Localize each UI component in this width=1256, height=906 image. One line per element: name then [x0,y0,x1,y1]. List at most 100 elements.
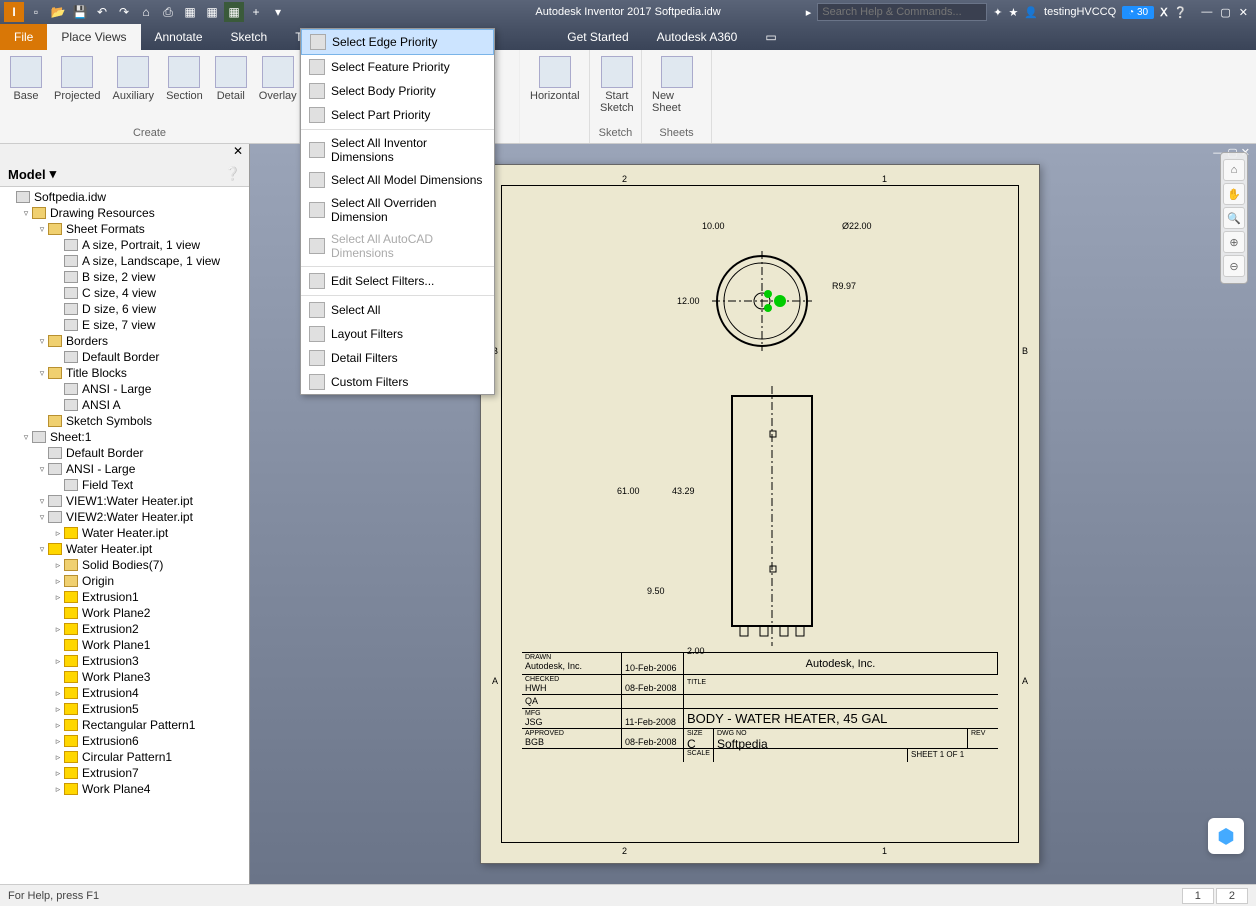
select-dropdown-icon[interactable]: ▦ [224,2,244,22]
nav-home-icon[interactable]: ⌂ [1223,159,1245,181]
search-input[interactable] [817,3,987,21]
tree-item[interactable]: E size, 7 view [0,317,249,333]
minimize-button[interactable]: — [1201,6,1212,19]
tree-item[interactable]: ▹Water Heater.ipt [0,525,249,541]
tree-item[interactable]: ▿Drawing Resources [0,205,249,221]
ribbon-detail[interactable]: Detail [211,54,251,125]
tree-item[interactable]: B size, 2 view [0,269,249,285]
tab-place-views[interactable]: Place Views [47,24,140,50]
tree-item[interactable]: ▿Title Blocks [0,365,249,381]
tree-item[interactable]: A size, Portrait, 1 view [0,237,249,253]
nav-zoomin-icon[interactable]: ⊕ [1223,231,1245,253]
ribbon-base[interactable]: Base [6,54,46,125]
add-icon[interactable]: + [246,2,266,22]
dd-select-all-inventor-dims[interactable]: Select All Inventor Dimensions [301,132,494,168]
tree-item[interactable]: ▿Sheet:1 [0,429,249,445]
ribbon-overlay[interactable]: Overlay [255,54,301,125]
close-button[interactable]: ✕ [1239,6,1248,19]
help-panel-icon[interactable]: ❔ [225,166,241,182]
tree-item[interactable]: ▿VIEW1:Water Heater.ipt [0,493,249,509]
maximize-button[interactable]: ▢ [1220,6,1230,19]
dd-select-part-priority[interactable]: Select Part Priority [301,103,494,127]
tree-item[interactable]: ▹Extrusion7 [0,765,249,781]
tree-item[interactable]: D size, 6 view [0,301,249,317]
help-cube-icon[interactable]: ⬢ [1208,818,1244,854]
ribbon-new-sheet[interactable]: New Sheet [648,54,705,125]
tab-annotate[interactable]: Annotate [141,24,217,50]
tree-item[interactable]: Default Border [0,445,249,461]
save-icon[interactable]: 💾 [70,2,90,22]
tree-item[interactable]: ▹Origin [0,573,249,589]
new-icon[interactable]: ▫ [26,2,46,22]
print-icon[interactable]: ⎙ [158,2,178,22]
dd-select-body-priority[interactable]: Select Body Priority [301,79,494,103]
tree-item[interactable]: A size, Landscape, 1 view [0,253,249,269]
tab-get-started[interactable]: Get Started [553,24,642,50]
tree-item[interactable]: Softpedia.idw [0,189,249,205]
ribbon-auxiliary[interactable]: Auxiliary [108,54,158,125]
tool-icon-1[interactable]: ▦ [180,2,200,22]
ribbon-section[interactable]: Section [162,54,207,125]
tree-item[interactable]: ▹Extrusion4 [0,685,249,701]
dd-detail-filters[interactable]: Detail Filters [301,346,494,370]
home-icon[interactable]: ⌂ [136,2,156,22]
tree-item[interactable]: ▹Extrusion3 [0,653,249,669]
status-tab-1[interactable]: 1 [1182,888,1214,904]
help-icon[interactable]: ❔ [1174,6,1188,19]
nav-arrow-icon[interactable]: ▸ [806,6,812,19]
ribbon-horizontal[interactable]: Horizontal [526,54,584,137]
tool-icon-2[interactable]: ▦ [202,2,222,22]
undo-icon[interactable]: ↶ [92,2,112,22]
tree-item[interactable]: Field Text [0,477,249,493]
tree-item[interactable]: C size, 4 view [0,285,249,301]
user-name[interactable]: testingHVCCQ [1044,6,1116,18]
dd-select-all[interactable]: Select All [301,298,494,322]
tree-item[interactable]: Work Plane2 [0,605,249,621]
tree-item[interactable]: ANSI A [0,397,249,413]
tab-overflow[interactable]: ▭ [751,24,790,50]
exchange-icon[interactable]: Ⅹ [1160,6,1168,19]
dd-select-all-overriden-dims[interactable]: Select All Overriden Dimension [301,192,494,228]
dd-select-all-autocad-dims[interactable]: Select All AutoCAD Dimensions [301,228,494,264]
status-tab-2[interactable]: 2 [1216,888,1248,904]
nav-pan-icon[interactable]: ✋ [1223,183,1245,205]
tree-item[interactable]: ▿Sheet Formats [0,221,249,237]
tab-sketch[interactable]: Sketch [217,24,282,50]
nav-zoom-icon[interactable]: 🔍 [1223,207,1245,229]
dropdown-icon[interactable]: ▾ [268,2,288,22]
tree-item[interactable]: ▿ANSI - Large [0,461,249,477]
tree-item[interactable]: ▹Solid Bodies(7) [0,557,249,573]
tree-item[interactable]: ▿Borders [0,333,249,349]
star-icon[interactable]: ★ [1008,6,1018,19]
dd-select-feature-priority[interactable]: Select Feature Priority [301,55,494,79]
tree-item[interactable]: Work Plane3 [0,669,249,685]
ribbon-projected[interactable]: Projected [50,54,104,125]
dd-layout-filters[interactable]: Layout Filters [301,322,494,346]
redo-icon[interactable]: ↷ [114,2,134,22]
panel-close-icon[interactable]: ✕ [233,144,243,158]
signin-icon[interactable]: ✦ [993,6,1002,19]
dd-edit-select-filters[interactable]: Edit Select Filters... [301,269,494,293]
nav-zoomout-icon[interactable]: ⊖ [1223,255,1245,277]
tree-item[interactable]: Work Plane1 [0,637,249,653]
file-tab[interactable]: File [0,24,47,50]
tab-a360[interactable]: Autodesk A360 [643,24,752,50]
user-icon[interactable]: 👤 [1024,6,1038,19]
dd-select-edge-priority[interactable]: Select Edge Priority [301,29,494,55]
tree-item[interactable]: ▹Extrusion1 [0,589,249,605]
tree-item[interactable]: ▿Water Heater.ipt [0,541,249,557]
tree-item[interactable]: ▹Extrusion6 [0,733,249,749]
open-icon[interactable]: 📂 [48,2,68,22]
tree-item[interactable]: ▹Extrusion5 [0,701,249,717]
tree-item[interactable]: ▿VIEW2:Water Heater.ipt [0,509,249,525]
tree-item[interactable]: ▹Extrusion2 [0,621,249,637]
tree-item[interactable]: ANSI - Large [0,381,249,397]
notification-badge[interactable]: ◔ 30 [1122,6,1154,19]
model-tree[interactable]: Softpedia.idw▿Drawing Resources▿Sheet Fo… [0,187,249,884]
tree-item[interactable]: Sketch Symbols [0,413,249,429]
tree-item[interactable]: ▹Work Plane4 [0,781,249,797]
dd-custom-filters[interactable]: Custom Filters [301,370,494,394]
dd-select-all-model-dims[interactable]: Select All Model Dimensions [301,168,494,192]
tree-item[interactable]: ▹Circular Pattern1 [0,749,249,765]
tree-item[interactable]: Default Border [0,349,249,365]
